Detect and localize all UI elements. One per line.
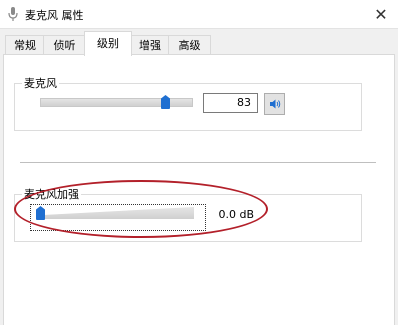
section-divider (20, 162, 376, 163)
title-bar: 麦克风 属性 ✕ (0, 0, 398, 29)
highlight-ellipse (14, 180, 268, 238)
tab-levels[interactable]: 级别 (84, 31, 132, 56)
microphone-icon (8, 7, 18, 21)
microphone-level-field[interactable]: 83 (203, 93, 258, 113)
tab-strip: 常规 侦听 级别 增强 高级 (0, 31, 398, 56)
speaker-icon (269, 99, 280, 109)
close-icon: ✕ (374, 4, 388, 24)
tab-advanced[interactable]: 高级 (168, 35, 211, 55)
mute-button[interactable] (264, 93, 285, 115)
microphone-group-box (14, 83, 362, 131)
tab-listen[interactable]: 侦听 (43, 35, 86, 55)
microphone-group-label: 麦克风 (22, 75, 59, 91)
tab-enhancements[interactable]: 增强 (130, 35, 170, 55)
tab-general[interactable]: 常规 (5, 35, 45, 55)
microphone-slider-track[interactable] (40, 98, 193, 107)
close-button[interactable]: ✕ (364, 0, 398, 28)
window-title: 麦克风 属性 (25, 9, 84, 22)
